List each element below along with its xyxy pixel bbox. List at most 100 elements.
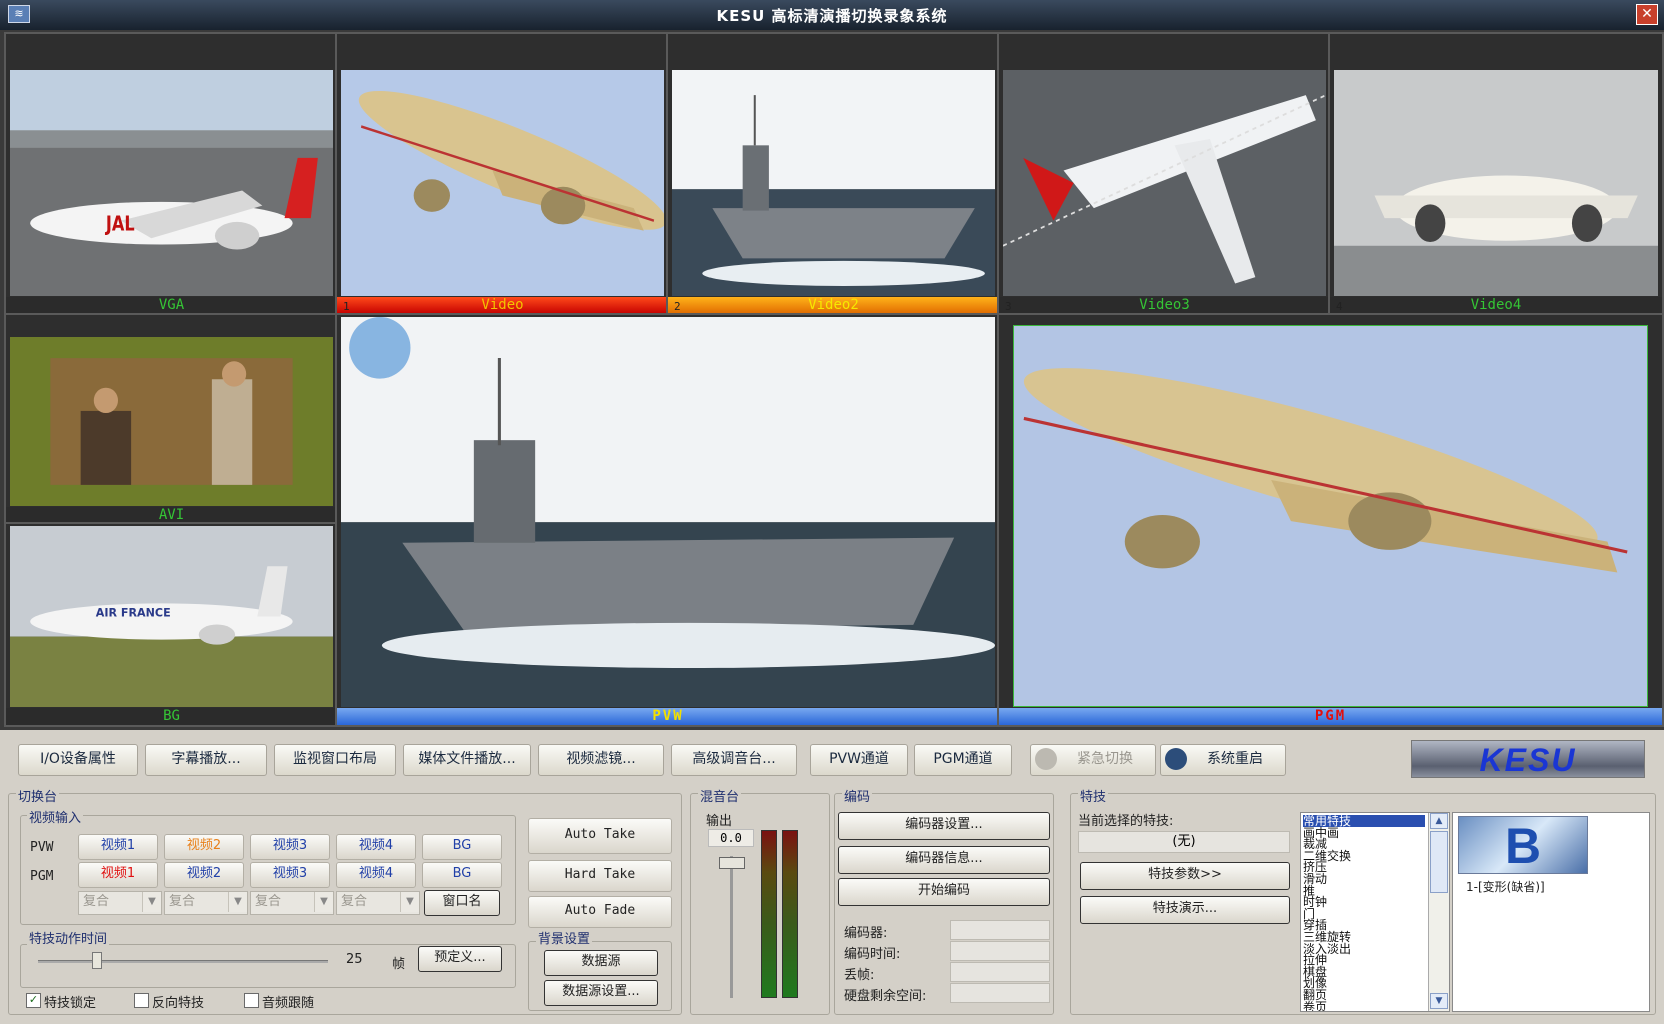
subtitle-play-button[interactable]: 字幕播放... bbox=[145, 744, 267, 776]
monitor-pgm-label: PGM bbox=[999, 708, 1662, 725]
monitor-avi[interactable]: AVI bbox=[4, 313, 339, 526]
input-type-select-4[interactable]: 复合 ▼ bbox=[336, 891, 420, 915]
monitor-video1[interactable]: Video 1 bbox=[335, 32, 670, 316]
disk-space-field bbox=[950, 983, 1050, 1003]
pvw-video1-button[interactable]: 视频1 bbox=[78, 834, 158, 860]
datasource-button[interactable]: 数据源 bbox=[544, 950, 658, 976]
effects-list-item[interactable]: 滑动 bbox=[1303, 873, 1447, 885]
start-encoding-button[interactable]: 开始编码 bbox=[838, 878, 1050, 906]
pgm-video3-button[interactable]: 视频3 bbox=[250, 862, 330, 888]
effect-preview-thumbnail[interactable]: B bbox=[1458, 816, 1588, 874]
monitor-layout-button[interactable]: 监视窗口布局 bbox=[274, 744, 396, 776]
monitor-bg[interactable]: AIR FRANCE BG bbox=[4, 522, 339, 727]
monitor-video3-label: Video3 bbox=[999, 297, 1330, 314]
encoder-name-field bbox=[950, 920, 1050, 940]
media-play-button[interactable]: 媒体文件播放... bbox=[403, 744, 531, 776]
input-type-select-2[interactable]: 复合 ▼ bbox=[164, 891, 248, 915]
encoder-settings-button[interactable]: 编码器设置... bbox=[838, 812, 1050, 840]
pvw-bg-button[interactable]: BG bbox=[422, 834, 502, 860]
effect-lock-checkbox[interactable]: ✓ bbox=[26, 993, 41, 1008]
monitor-pgm[interactable]: PGM bbox=[997, 313, 1664, 727]
video-filter-button[interactable]: 视频滤镜... bbox=[538, 744, 664, 776]
input-type-select-3[interactable]: 复合 ▼ bbox=[250, 891, 334, 915]
restart-label: 系统重启 bbox=[1207, 751, 1263, 767]
scroll-thumb[interactable] bbox=[1430, 831, 1448, 893]
pgm-channel-button[interactable]: PGM通道 bbox=[914, 744, 1012, 776]
mixer-fader-thumb[interactable] bbox=[719, 857, 745, 869]
window-name-button[interactable]: 窗口名 bbox=[424, 890, 500, 916]
vu-meter-left bbox=[761, 830, 777, 998]
monitor-pvw-label: PVW bbox=[337, 708, 999, 725]
effect-params-button[interactable]: 特技参数>> bbox=[1080, 862, 1290, 890]
current-effect-value: (无) bbox=[1078, 831, 1290, 853]
monitor-vga-label: VGA bbox=[6, 297, 337, 314]
hard-take-button[interactable]: Hard Take bbox=[528, 860, 672, 892]
chevron-down-icon: ▼ bbox=[314, 892, 333, 912]
bg-preview-image: AIR FRANCE bbox=[10, 526, 333, 707]
auto-take-button[interactable]: Auto Take bbox=[528, 818, 672, 854]
kesu-logo: KESU bbox=[1411, 740, 1645, 778]
monitor-vga[interactable]: JAL VGA bbox=[4, 32, 339, 316]
video3-preview-image bbox=[1002, 70, 1327, 296]
pvw-channel-button[interactable]: PVW通道 bbox=[810, 744, 908, 776]
io-properties-button[interactable]: I/O设备属性 bbox=[18, 744, 138, 776]
monitor-video2[interactable]: Video2 2 bbox=[666, 32, 1001, 316]
svg-text:JAL: JAL bbox=[104, 213, 135, 236]
chevron-down-icon: ▼ bbox=[142, 892, 161, 912]
pvw-video2-button[interactable]: 视频2 bbox=[164, 834, 244, 860]
background-group-label: 背景设置 bbox=[536, 928, 593, 947]
mixer-output-label: 输出 bbox=[706, 814, 733, 829]
switcher-group-label: 切换台 bbox=[16, 786, 60, 805]
effects-list-item[interactable]: 时钟 bbox=[1303, 896, 1447, 908]
reverse-effect-checkbox[interactable] bbox=[134, 993, 149, 1008]
encoder-name-label: 编码器: bbox=[844, 926, 888, 941]
preset-button[interactable]: 预定义... bbox=[418, 946, 502, 972]
monitor-video1-label: Video bbox=[337, 297, 668, 314]
monitor-pvw[interactable]: PVW bbox=[335, 313, 1001, 727]
video-input-label: 视频输入 bbox=[27, 807, 84, 826]
scroll-down-icon[interactable]: ▼ bbox=[1430, 993, 1448, 1009]
effect-time-slider-thumb[interactable] bbox=[92, 952, 102, 969]
pgm-bg-button[interactable]: BG bbox=[422, 862, 502, 888]
disk-space-label: 硬盘剩余空间: bbox=[844, 989, 927, 1004]
monitor-video4[interactable]: Video4 4 bbox=[1328, 32, 1664, 316]
mixer-fader-track[interactable] bbox=[730, 856, 733, 998]
monitor-video4-number: 4 bbox=[1336, 300, 1343, 313]
pgm-video2-button[interactable]: 视频2 bbox=[164, 862, 244, 888]
emergency-switch-button[interactable]: 紧急切换 bbox=[1030, 744, 1156, 776]
input-type-select-1[interactable]: 复合 ▼ bbox=[78, 891, 162, 915]
monitor-video3[interactable]: Video3 3 bbox=[997, 32, 1332, 316]
pvw-video4-button[interactable]: 视频4 bbox=[336, 834, 416, 860]
effects-list-item[interactable]: 卷页 bbox=[1303, 1001, 1447, 1011]
auto-fade-button[interactable]: Auto Fade bbox=[528, 896, 672, 928]
audio-follow-checkbox[interactable] bbox=[244, 993, 259, 1008]
svg-text:AIR FRANCE: AIR FRANCE bbox=[96, 607, 171, 620]
effects-list-scrollbar[interactable]: ▲ ▼ bbox=[1428, 813, 1449, 1011]
pgm-row-label: PGM bbox=[30, 869, 54, 884]
chevron-down-icon: ▼ bbox=[400, 892, 419, 912]
pvw-video3-button[interactable]: 视频3 bbox=[250, 834, 330, 860]
encoding-time-field bbox=[950, 941, 1050, 961]
pvw-preview-image bbox=[341, 317, 995, 707]
video4-preview-image bbox=[1334, 70, 1658, 296]
datasource-setup-button[interactable]: 数据源设置... bbox=[544, 980, 658, 1006]
effect-time-label: 特技动作时间 bbox=[27, 928, 110, 947]
title-bar: KESU 高标清演播切换录象系统 bbox=[0, 0, 1664, 30]
video2-preview-image bbox=[672, 70, 995, 296]
close-button[interactable]: ✕ bbox=[1636, 4, 1658, 25]
restart-icon bbox=[1165, 748, 1187, 770]
effect-time-unit: 帧 bbox=[392, 957, 406, 972]
encoder-info-button[interactable]: 编码器信息... bbox=[838, 846, 1050, 874]
audio-follow-label: 音频跟随 bbox=[262, 996, 315, 1011]
system-restart-button[interactable]: 系统重启 bbox=[1160, 744, 1286, 776]
advanced-mixer-button[interactable]: 高级调音台... bbox=[671, 744, 797, 776]
pgm-video1-button[interactable]: 视频1 bbox=[78, 862, 158, 888]
dropped-frames-field bbox=[950, 962, 1050, 982]
monitor-video2-label: Video2 bbox=[668, 297, 999, 314]
effect-time-slider[interactable] bbox=[38, 960, 328, 963]
monitor-bg-label: BG bbox=[6, 708, 337, 725]
effect-demo-button[interactable]: 特技演示... bbox=[1080, 896, 1290, 924]
app-icon[interactable]: ≋ bbox=[8, 5, 30, 23]
pgm-video4-button[interactable]: 视频4 bbox=[336, 862, 416, 888]
scroll-up-icon[interactable]: ▲ bbox=[1430, 813, 1448, 829]
